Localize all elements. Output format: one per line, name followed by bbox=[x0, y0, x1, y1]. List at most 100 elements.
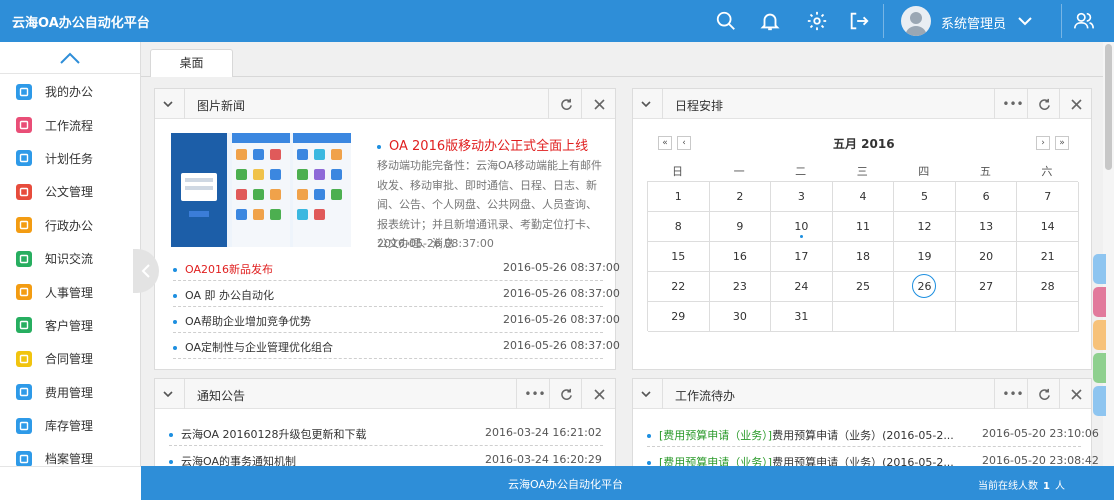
scrollbar-thumb[interactable] bbox=[1105, 44, 1112, 170]
logout-icon[interactable] bbox=[846, 8, 872, 34]
sidebar-item[interactable]: 行政办公 bbox=[0, 209, 140, 242]
refresh-icon[interactable] bbox=[1036, 386, 1052, 402]
calendar-day[interactable]: 17 bbox=[771, 242, 833, 272]
quick-tab[interactable] bbox=[1093, 287, 1106, 317]
notice-item[interactable]: 云海OA 20160128升级包更新和下载 bbox=[169, 426, 366, 442]
workflow-item-title[interactable]: 费用预算申请（业务）(2016-05-2... bbox=[772, 429, 954, 442]
quick-tab[interactable] bbox=[1093, 320, 1106, 350]
calendar-day[interactable]: 12 bbox=[894, 212, 956, 242]
calendar-day[interactable]: 10 bbox=[771, 212, 833, 242]
sidebar-item[interactable]: 知识交流 bbox=[0, 242, 140, 275]
calendar-day[interactable]: 5 bbox=[894, 182, 956, 212]
sidebar-item[interactable]: 工作流程 bbox=[0, 108, 140, 141]
footer-bar: 云海OA办公自动化平台 当前在线人数 1 人 bbox=[141, 466, 1114, 500]
calendar-day[interactable]: 4 bbox=[832, 182, 895, 212]
close-icon[interactable] bbox=[1068, 386, 1084, 402]
next-year-button[interactable]: » bbox=[1055, 136, 1069, 150]
prev-year-button[interactable]: « bbox=[658, 136, 672, 150]
user-avatar[interactable] bbox=[901, 6, 931, 36]
chevron-down-icon[interactable] bbox=[1016, 12, 1034, 30]
news-item[interactable]: OA帮助企业增加竞争优势 bbox=[173, 313, 311, 329]
sidebar-scroll-up-button[interactable] bbox=[0, 42, 140, 74]
news-panel: 图片新闻 OA 2016版移动办公正式全面上线 移动端功能完备性：云海OA移动端… bbox=[154, 88, 620, 370]
news-image[interactable] bbox=[171, 133, 351, 247]
calendar-day[interactable]: 24 bbox=[771, 272, 833, 302]
chevron-down-icon[interactable] bbox=[639, 97, 653, 111]
tab-desktop[interactable]: 桌面 bbox=[150, 49, 233, 77]
quick-tab[interactable] bbox=[1093, 353, 1106, 383]
chevron-down-icon[interactable] bbox=[161, 387, 175, 401]
next-month-button[interactable]: › bbox=[1036, 136, 1050, 150]
sidebar-item[interactable]: 我的办公 bbox=[0, 75, 140, 108]
refresh-icon[interactable] bbox=[558, 386, 574, 402]
calendar-day[interactable]: 1 bbox=[648, 182, 710, 212]
sidebar-item[interactable]: 费用管理 bbox=[0, 376, 140, 409]
calendar-day[interactable]: 11 bbox=[832, 212, 895, 242]
sidebar-item[interactable]: 客户管理 bbox=[0, 309, 140, 342]
calendar-day[interactable]: 9 bbox=[709, 212, 772, 242]
calendar-day[interactable]: 23 bbox=[709, 272, 772, 302]
calendar-day[interactable]: 6 bbox=[955, 182, 1018, 212]
refresh-icon[interactable] bbox=[1036, 96, 1052, 112]
row-divider bbox=[169, 445, 603, 446]
news-item-date: 2016-05-26 08:37:00 bbox=[503, 339, 620, 352]
calendar-day-number: 31 bbox=[794, 310, 809, 323]
calendar-day[interactable]: 16 bbox=[709, 242, 772, 272]
news-item-title[interactable]: OA帮助企业增加竞争优势 bbox=[185, 315, 311, 328]
quick-tab[interactable] bbox=[1093, 254, 1106, 284]
calendar-day-number: 25 bbox=[855, 280, 870, 293]
feature-news-title[interactable]: OA 2016版移动办公正式全面上线 bbox=[377, 135, 588, 154]
calendar-day[interactable]: 3 bbox=[771, 182, 833, 212]
calendar-day[interactable]: 13 bbox=[955, 212, 1018, 242]
username[interactable]: 系统管理员 bbox=[941, 13, 1006, 32]
refresh-icon[interactable] bbox=[558, 96, 574, 112]
news-item[interactable]: OA 即 办公自动化 bbox=[173, 287, 274, 303]
calendar-day[interactable]: 20 bbox=[955, 242, 1018, 272]
calendar-day[interactable]: 14 bbox=[1017, 212, 1079, 242]
calendar-day[interactable]: 2 bbox=[709, 182, 772, 212]
sidebar-item[interactable]: 人事管理 bbox=[0, 275, 140, 308]
calendar-day[interactable]: 22 bbox=[648, 272, 710, 302]
gear-icon[interactable] bbox=[804, 8, 830, 34]
calendar-day[interactable]: 27 bbox=[955, 272, 1018, 302]
calendar-day[interactable]: 19 bbox=[894, 242, 956, 272]
more-icon[interactable]: ••• bbox=[524, 386, 545, 402]
more-icon[interactable]: ••• bbox=[1002, 386, 1023, 402]
calendar-day[interactable]: 7 bbox=[1017, 182, 1079, 212]
calendar-day[interactable]: 31 bbox=[771, 302, 833, 332]
event-marker bbox=[800, 235, 804, 238]
calendar-day[interactable]: 29 bbox=[648, 302, 710, 332]
news-item-title[interactable]: OA定制性与企业管理优化组合 bbox=[185, 341, 333, 354]
sidebar-item[interactable]: 计划任务 bbox=[0, 142, 140, 175]
more-icon[interactable]: ••• bbox=[1002, 96, 1023, 112]
quick-tab[interactable] bbox=[1093, 386, 1106, 416]
bell-icon[interactable] bbox=[757, 8, 783, 34]
search-icon[interactable] bbox=[713, 8, 739, 34]
news-item[interactable]: OA定制性与企业管理优化组合 bbox=[173, 339, 333, 355]
workflow-item[interactable]: [费用预算申请（业务）]费用预算申请（业务）(2016-05-2... bbox=[647, 427, 954, 443]
calendar-day[interactable]: 15 bbox=[648, 242, 710, 272]
users-icon[interactable] bbox=[1071, 8, 1097, 34]
calendar-empty-cell bbox=[955, 302, 1018, 332]
news-item[interactable]: OA2016新品发布 bbox=[173, 261, 273, 277]
prev-month-button[interactable]: ‹ bbox=[677, 136, 691, 150]
chevron-down-icon[interactable] bbox=[161, 97, 175, 111]
calendar-day[interactable]: 21 bbox=[1017, 242, 1079, 272]
calendar-day[interactable]: 28 bbox=[1017, 272, 1079, 302]
notice-item-title[interactable]: 云海OA 20160128升级包更新和下载 bbox=[181, 428, 366, 441]
calendar-day[interactable]: 30 bbox=[709, 302, 772, 332]
calendar-day[interactable]: 18 bbox=[832, 242, 895, 272]
sidebar-item[interactable]: 库存管理 bbox=[0, 409, 140, 442]
sidebar-item[interactable]: 合同管理 bbox=[0, 342, 140, 375]
news-item-title[interactable]: OA 即 办公自动化 bbox=[185, 289, 274, 302]
news-item-title[interactable]: OA2016新品发布 bbox=[185, 263, 273, 276]
sidebar-item[interactable]: 公文管理 bbox=[0, 175, 140, 208]
calendar-day[interactable]: 8 bbox=[648, 212, 710, 242]
close-icon[interactable] bbox=[1068, 96, 1084, 112]
close-icon[interactable] bbox=[591, 386, 607, 402]
calendar-day[interactable]: 26 bbox=[894, 272, 956, 302]
schedule-panel: 日程安排 ••• « ‹ 五月 2016 › » 日一二三四五六 1234567… bbox=[632, 88, 1092, 370]
calendar-day[interactable]: 25 bbox=[832, 272, 895, 302]
chevron-down-icon[interactable] bbox=[639, 387, 653, 401]
close-icon[interactable] bbox=[591, 96, 607, 112]
